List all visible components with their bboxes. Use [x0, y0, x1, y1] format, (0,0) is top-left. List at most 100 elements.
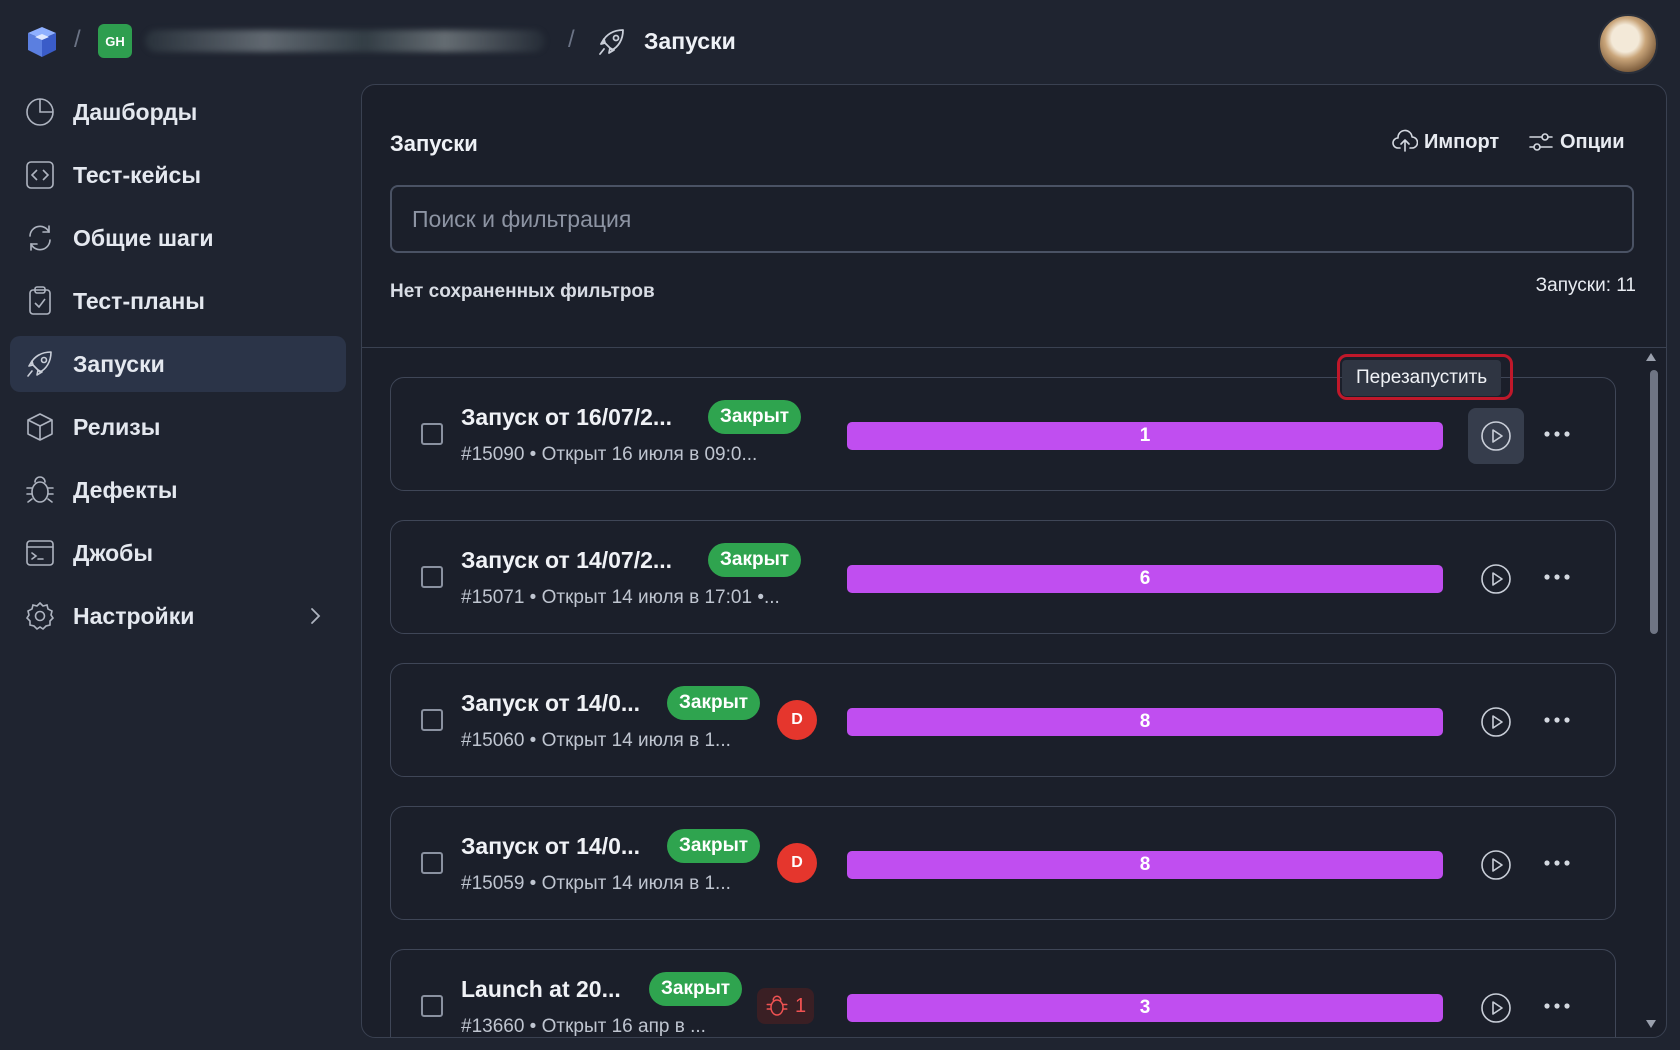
play-circle-icon	[1481, 421, 1511, 451]
highlight-outline	[1337, 354, 1513, 400]
status-badge: Закрыт	[667, 829, 761, 863]
progress-bar[interactable]: 3	[847, 994, 1443, 1022]
breadcrumb-separator: /	[74, 26, 81, 53]
bug-icon	[26, 476, 54, 503]
play-circle-icon	[1481, 993, 1511, 1023]
more-button[interactable]	[1539, 847, 1575, 879]
sidebar-item-settings[interactable]: Настройки	[10, 588, 346, 644]
status-badge: Закрыт	[649, 972, 743, 1006]
sidebar-item-label: Дефекты	[73, 476, 178, 503]
more-button[interactable]	[1539, 990, 1575, 1022]
page-title: Запуски	[644, 28, 736, 54]
launch-meta: #13660 • Открыт 16 апр в ...	[461, 1016, 706, 1037]
refresh-icon	[29, 225, 51, 251]
scroll-up-arrow-icon[interactable]	[1645, 352, 1657, 362]
progress-bar[interactable]: 8	[847, 851, 1443, 879]
rerun-button[interactable]	[1468, 408, 1524, 464]
more-horizontal-icon	[1544, 717, 1570, 723]
row-checkbox[interactable]	[421, 709, 443, 731]
launch-row[interactable]: Launch at 20... Закрыт #13660 • Открыт 1…	[390, 949, 1616, 1037]
progress-bar[interactable]: 8	[847, 708, 1443, 736]
more-button[interactable]	[1539, 561, 1575, 593]
launches-count: Запуски: 11	[1535, 275, 1636, 296]
sidebar-item-dashboards[interactable]: Дашборды	[10, 84, 346, 140]
more-button[interactable]	[1539, 704, 1575, 736]
search-input[interactable]	[390, 185, 1634, 253]
more-horizontal-icon	[1544, 1003, 1570, 1009]
rerun-button[interactable]	[1468, 837, 1524, 893]
progress-bar[interactable]: 6	[847, 565, 1443, 593]
sidebar-item-shared-steps[interactable]: Общие шаги	[10, 210, 346, 266]
progress-bar[interactable]: 1	[847, 422, 1443, 450]
launch-title[interactable]: Запуск от 16/07/2...	[461, 404, 672, 431]
sidebar-item-label: Тест-планы	[73, 287, 205, 314]
launch-meta: #15090 • Открыт 16 июля в 09:0...	[461, 444, 758, 465]
launch-row[interactable]: Запуск от 14/0... Закрыт #15060 • Открыт…	[390, 663, 1616, 777]
more-horizontal-icon	[1544, 431, 1570, 437]
sidebar-item-defects[interactable]: Дефекты	[10, 462, 346, 518]
gear-icon	[25, 601, 55, 631]
sidebar-item-label: Дашборды	[73, 98, 198, 125]
clipboard-check-icon	[29, 286, 51, 315]
sidebar: Дашборды Тест-кейсы Общие шаги Тест-план…	[0, 84, 355, 1050]
pie-chart-icon	[26, 98, 54, 126]
user-avatar[interactable]	[1598, 14, 1658, 74]
launch-title[interactable]: Запуск от 14/07/2...	[461, 547, 672, 574]
sidebar-item-launches[interactable]: Запуски	[10, 336, 346, 392]
status-badge: Закрыт	[667, 686, 761, 720]
options-button[interactable]: Опции	[1528, 129, 1625, 155]
sidebar-item-label: Релизы	[73, 413, 161, 440]
launch-title[interactable]: Запуск от 14/0...	[461, 690, 640, 717]
import-button[interactable]: Импорт	[1392, 129, 1499, 155]
play-circle-icon	[1481, 850, 1511, 880]
defects-badge[interactable]: 1	[757, 988, 815, 1024]
package-icon	[27, 413, 53, 441]
rocket-icon	[599, 29, 624, 55]
bug-icon	[766, 995, 788, 1016]
rerun-button[interactable]	[1468, 694, 1524, 750]
launch-row[interactable]: Запуск от 14/07/2... Закрыт #15071 • Отк…	[390, 520, 1616, 634]
play-circle-icon	[1481, 564, 1511, 594]
project-name-blurred[interactable]	[145, 30, 545, 52]
code-icon	[26, 161, 54, 189]
row-checkbox[interactable]	[421, 566, 443, 588]
launch-meta: #15060 • Открыт 14 июля в 1...	[461, 730, 731, 751]
app-logo-icon[interactable]	[24, 24, 60, 60]
top-bar: / GH / Запуски	[0, 0, 1680, 84]
rocket-icon	[27, 351, 52, 377]
scrollbar-thumb[interactable]	[1650, 370, 1658, 634]
sidebar-item-label: Настройки	[73, 602, 195, 629]
launch-title[interactable]: Запуск от 14/0...	[461, 833, 640, 860]
row-checkbox[interactable]	[421, 852, 443, 874]
import-label: Импорт	[1424, 130, 1500, 153]
row-checkbox[interactable]	[421, 995, 443, 1017]
sidebar-item-test-cases[interactable]: Тест-кейсы	[10, 147, 346, 203]
options-label: Опции	[1560, 130, 1625, 153]
sidebar-item-label: Тест-кейсы	[73, 161, 201, 188]
sidebar-item-test-plans[interactable]: Тест-планы	[10, 273, 346, 329]
sidebar-item-releases[interactable]: Релизы	[10, 399, 346, 455]
sidebar-item-jobs[interactable]: Джобы	[10, 525, 346, 581]
sidebar-item-label: Джобы	[73, 539, 154, 566]
scroll-down-arrow-icon[interactable]	[1645, 1019, 1657, 1029]
user-avatar-small[interactable]: D	[777, 700, 817, 740]
more-horizontal-icon	[1544, 574, 1570, 580]
status-badge: Закрыт	[708, 400, 802, 434]
launches-list: Запуск от 16/07/2... Закрыт #15090 • Отк…	[362, 348, 1666, 1037]
launch-row[interactable]: Запуск от 14/0... Закрыт #15059 • Открыт…	[390, 806, 1616, 920]
row-checkbox[interactable]	[421, 423, 443, 445]
project-badge[interactable]: GH	[98, 24, 132, 58]
saved-filters-text: Нет сохраненных фильтров	[390, 281, 655, 302]
cloud-upload-icon	[1392, 129, 1418, 152]
more-button[interactable]	[1539, 418, 1575, 450]
rerun-button[interactable]	[1468, 551, 1524, 607]
rerun-button[interactable]	[1468, 980, 1524, 1036]
play-circle-icon	[1481, 707, 1511, 737]
chevron-right-icon	[311, 608, 321, 624]
user-avatar-small[interactable]: D	[777, 843, 817, 883]
defects-count: 1	[795, 994, 807, 1017]
launch-title[interactable]: Launch at 20...	[461, 976, 621, 1003]
sliders-icon	[1529, 133, 1553, 151]
launch-meta: #15059 • Открыт 14 июля в 1...	[461, 873, 731, 894]
launch-meta: #15071 • Открыт 14 июля в 17:01 •...	[461, 587, 780, 608]
